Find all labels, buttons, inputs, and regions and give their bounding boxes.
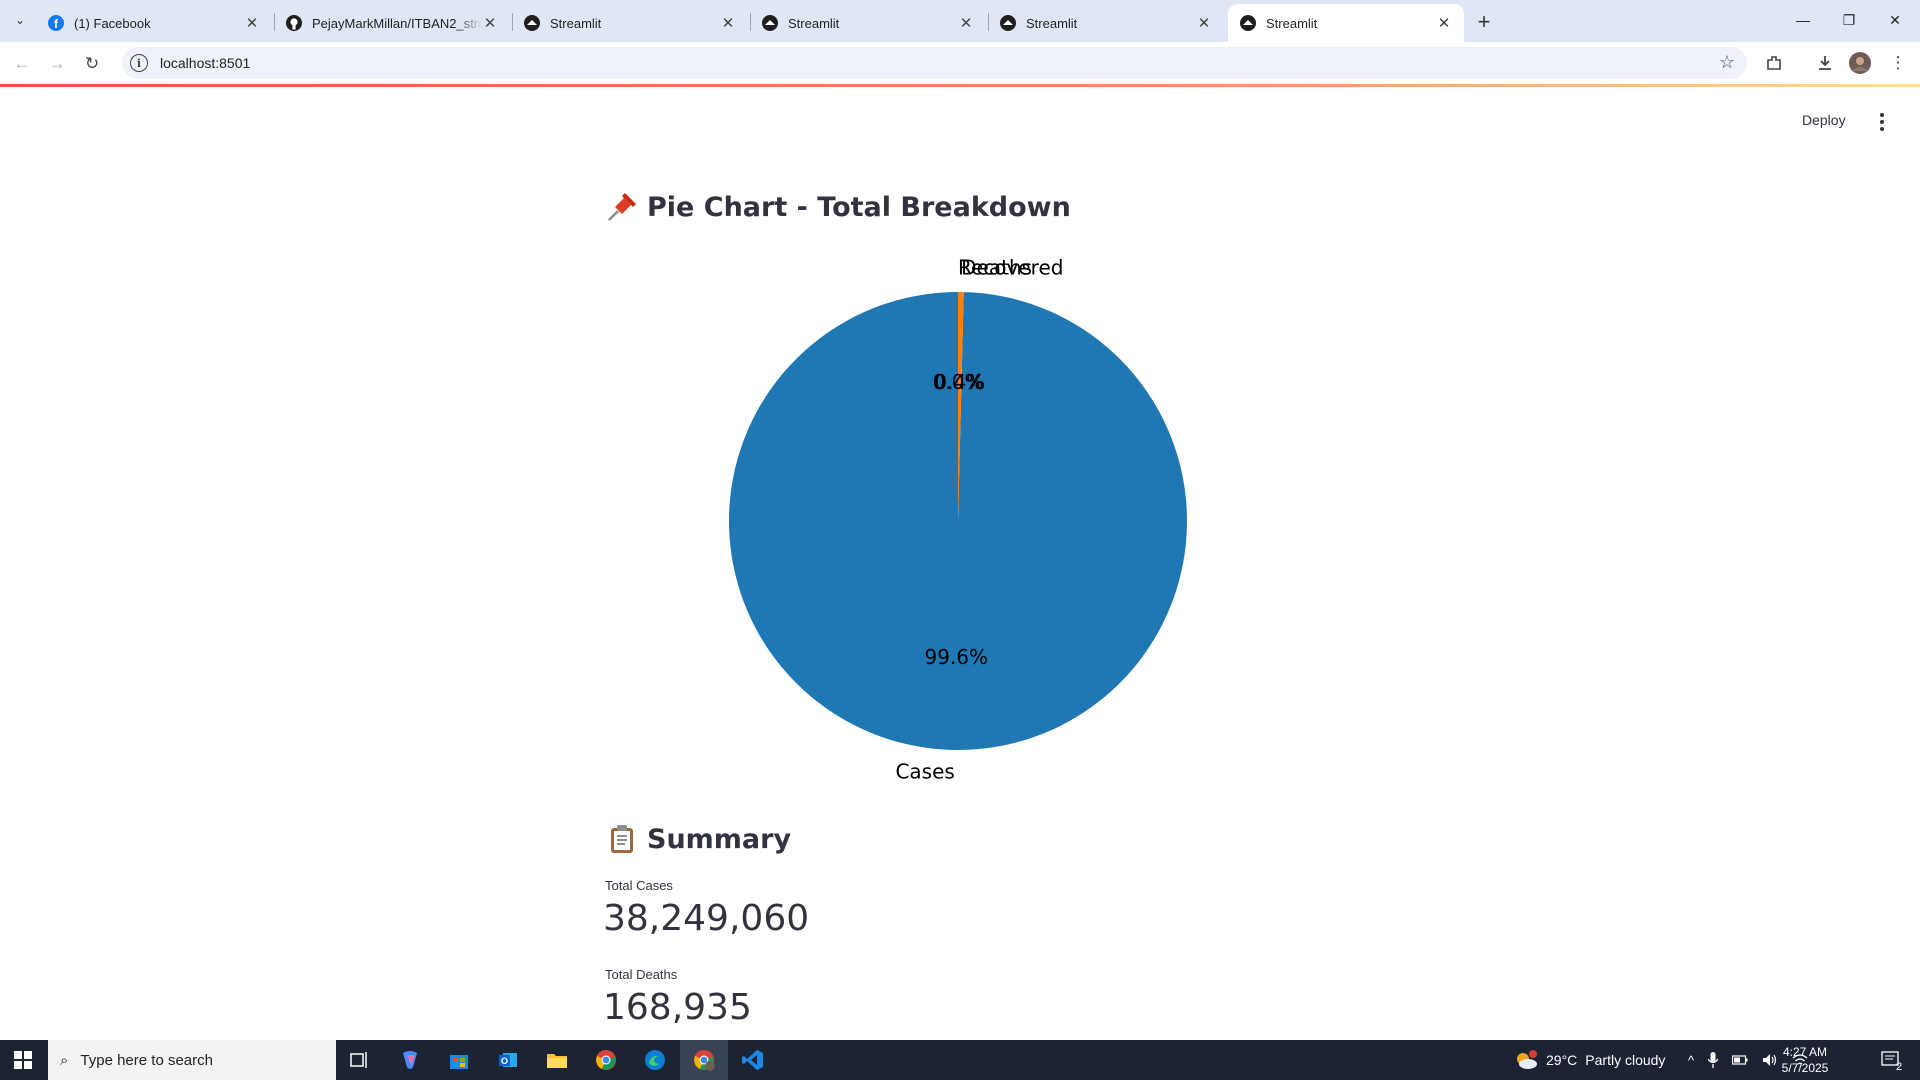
minimize-button[interactable]: — <box>1780 0 1826 40</box>
pie-label-recovered: Recovered <box>958 256 1063 280</box>
deploy-button[interactable]: Deploy <box>1802 112 1846 128</box>
windows-logo-icon <box>14 1051 32 1069</box>
search-placeholder: Type here to search <box>80 1051 213 1069</box>
profile-avatar[interactable] <box>1847 50 1873 76</box>
browser-tab-facebook[interactable]: f (1) Facebook ✕ <box>36 4 272 42</box>
forward-button[interactable]: → <box>43 50 71 78</box>
browser-menu-icon[interactable]: ⋮ <box>1885 50 1911 76</box>
tab-title: Streamlit <box>788 15 840 31</box>
extensions-icon[interactable] <box>1761 50 1787 76</box>
windows-taskbar: ⌕ Type here to search O 29°C Partly clou… <box>0 1040 1920 1080</box>
restore-button[interactable]: ❐ <box>1826 0 1872 40</box>
pie-label-cases: Cases <box>895 759 954 783</box>
taskbar-clock[interactable]: 4:27 AM 5/7/2025 <box>1770 1044 1840 1076</box>
download-icon[interactable] <box>1812 50 1838 76</box>
browser-tab-streamlit-1[interactable]: Streamlit ✕ <box>512 4 748 42</box>
copilot-icon[interactable] <box>386 1040 434 1080</box>
bookmark-star-icon[interactable]: ☆ <box>1719 52 1735 73</box>
metric-label-total-cases: Total Cases <box>605 878 673 893</box>
close-icon[interactable]: ✕ <box>958 14 974 32</box>
outlook-icon[interactable]: O <box>484 1040 532 1080</box>
github-icon <box>286 15 302 31</box>
close-icon[interactable]: ✕ <box>1436 14 1452 32</box>
back-button[interactable]: ← <box>8 50 36 78</box>
microphone-icon[interactable] <box>1708 1052 1719 1068</box>
notification-center-button[interactable]: 2 <box>1872 1040 1912 1080</box>
close-window-button[interactable]: ✕ <box>1872 0 1918 40</box>
pie-chart-heading: Pie Chart - Total Breakdown <box>605 190 1071 224</box>
windows-start-button[interactable] <box>0 1040 46 1080</box>
weather-description: Partly cloudy <box>1585 1052 1666 1068</box>
streamlit-icon <box>524 15 540 31</box>
tab-title: (1) Facebook <box>74 15 151 31</box>
close-icon[interactable]: ✕ <box>720 14 736 32</box>
main-menu-button[interactable] <box>1872 110 1892 134</box>
streamlit-icon <box>762 15 778 31</box>
pie-pct-label-recovered: 0.0% <box>933 370 984 394</box>
search-icon: ⌕ <box>60 1051 69 1069</box>
browser-tab-streamlit-active[interactable]: Streamlit ✕ <box>1228 4 1464 42</box>
close-icon[interactable]: ✕ <box>244 14 260 32</box>
browser-tab-bar: ⌄ f (1) Facebook ✕ PejayMarkMillan/ITBAN… <box>0 0 1920 42</box>
summary-heading: Summary <box>605 822 791 856</box>
streamlit-icon <box>1000 15 1016 31</box>
tab-title: PejayMarkMillan/ITBAN2_stream <box>312 15 482 31</box>
browser-tab-streamlit-3[interactable]: Streamlit ✕ <box>988 4 1224 42</box>
edge-icon[interactable] <box>631 1040 679 1080</box>
chrome-profile-icon[interactable] <box>680 1040 728 1080</box>
pie-chart-title: Pie Chart - Total Breakdown <box>647 191 1071 223</box>
url-text: localhost:8501 <box>160 55 251 71</box>
browser-toolbar: ← → ↻ i localhost:8501 ☆ <box>0 42 1920 84</box>
metric-value-total-deaths: 168,935 <box>603 987 752 1028</box>
new-tab-button[interactable]: + <box>1470 8 1498 36</box>
weather-icon <box>1517 1050 1537 1069</box>
facebook-icon: f <box>48 15 64 31</box>
address-bar[interactable]: i localhost:8501 ☆ <box>122 47 1747 79</box>
chrome-icon[interactable] <box>582 1040 630 1080</box>
streamlit-icon <box>1240 15 1256 31</box>
microsoft-store-icon[interactable] <box>435 1040 483 1080</box>
tab-title: Streamlit <box>1026 15 1078 31</box>
tab-title: Streamlit <box>550 15 602 31</box>
clipboard-icon <box>605 822 639 856</box>
tab-search-button[interactable]: ⌄ <box>8 8 32 32</box>
file-explorer-icon[interactable] <box>533 1040 581 1080</box>
browser-tab-github[interactable]: PejayMarkMillan/ITBAN2_stream ✕ <box>274 4 510 42</box>
weather-temperature: 29°C <box>1546 1052 1578 1068</box>
reload-button[interactable]: ↻ <box>78 50 106 78</box>
vscode-icon[interactable] <box>729 1040 777 1080</box>
close-icon[interactable]: ✕ <box>1196 14 1212 32</box>
battery-icon[interactable] <box>1732 1053 1748 1067</box>
clock-date: 5/7/2025 <box>1781 1061 1829 1075</box>
metric-label-total-deaths: Total Deaths <box>605 967 678 982</box>
notification-count: 2 <box>1896 1061 1903 1073</box>
streamlit-header-decoration <box>0 84 1920 87</box>
pushpin-icon <box>605 190 639 224</box>
clock-time: 4:27 AM <box>1782 1045 1828 1059</box>
taskbar-search-box[interactable]: ⌕ Type here to search <box>48 1040 336 1080</box>
svg-text:O: O <box>501 1056 508 1066</box>
weather-widget[interactable]: 29°C Partly cloudy <box>1514 1040 1665 1080</box>
pie-chart: Cases99.6%Deaths0.4%Recovered0.0% <box>729 256 1188 783</box>
browser-tab-streamlit-2[interactable]: Streamlit ✕ <box>750 4 986 42</box>
task-view-icon[interactable] <box>336 1040 384 1080</box>
close-icon[interactable]: ✕ <box>482 14 498 32</box>
pie-pct-label-cases: 99.6% <box>925 645 989 669</box>
site-info-icon[interactable]: i <box>130 54 148 72</box>
summary-title: Summary <box>647 823 792 855</box>
metric-value-total-cases: 38,249,060 <box>603 898 810 939</box>
chevron-up-icon[interactable]: ^ <box>1688 1053 1694 1068</box>
tab-title: Streamlit <box>1266 15 1318 31</box>
